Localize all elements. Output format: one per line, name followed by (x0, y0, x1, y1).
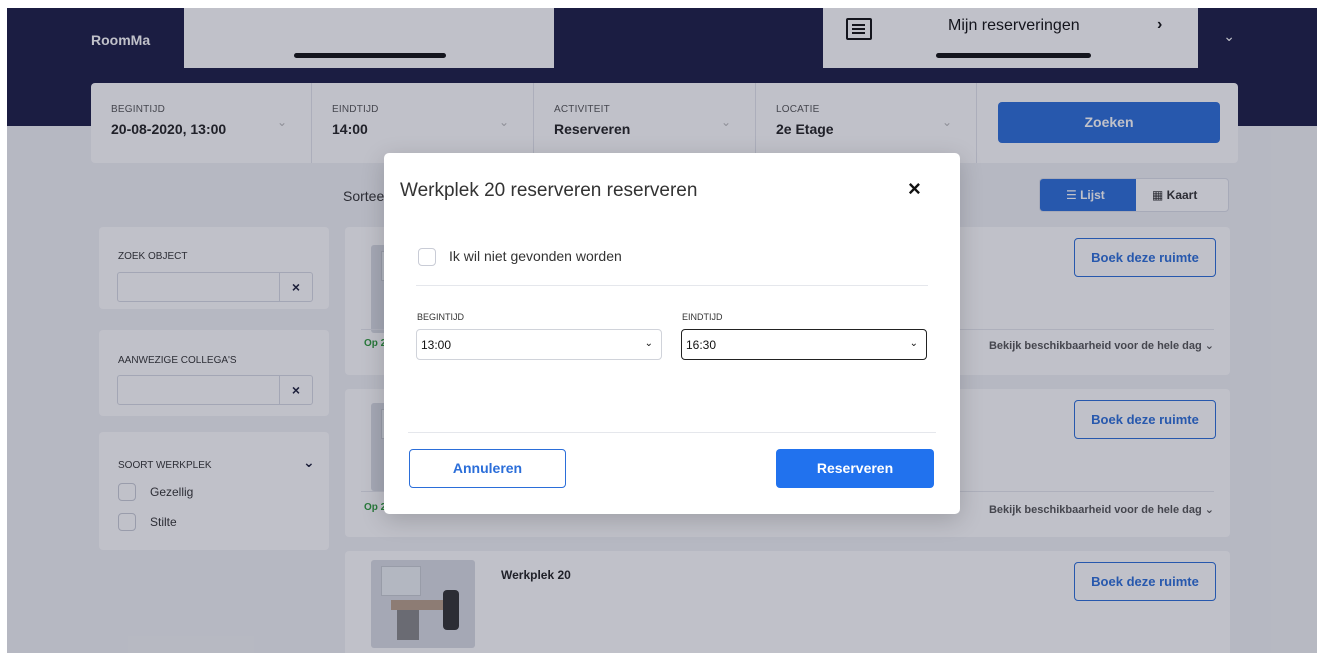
chevron-down-icon: ⌄ (644, 338, 653, 349)
select-value: 13:00 (421, 338, 452, 352)
chevron-down-icon: ⌄ (909, 338, 918, 349)
reservation-dialog: Werkplek 20 reserveren reserveren × Ik w… (384, 153, 960, 514)
start-time-label: BEGINTIJD (417, 312, 465, 322)
hidden-checkbox-label[interactable]: Ik wil niet gevonden worden (449, 248, 622, 264)
select-value: 16:30 (686, 338, 717, 352)
divider (408, 432, 936, 433)
app-page: RoomMa ⌄ Mijn reserveringen › BEGINTIJD … (7, 8, 1317, 653)
reserve-button[interactable]: Reserveren (776, 449, 934, 488)
cancel-button[interactable]: Annuleren (409, 449, 566, 488)
end-time-select[interactable]: 16:30 ⌄ (681, 329, 927, 360)
dialog-title: Werkplek 20 reserveren reserveren (400, 180, 698, 201)
divider (416, 285, 928, 286)
end-time-label: EINDTIJD (682, 312, 723, 322)
close-icon[interactable]: × (908, 176, 921, 202)
start-time-select[interactable]: 13:00 ⌄ (416, 329, 662, 360)
hidden-checkbox[interactable] (418, 248, 436, 266)
